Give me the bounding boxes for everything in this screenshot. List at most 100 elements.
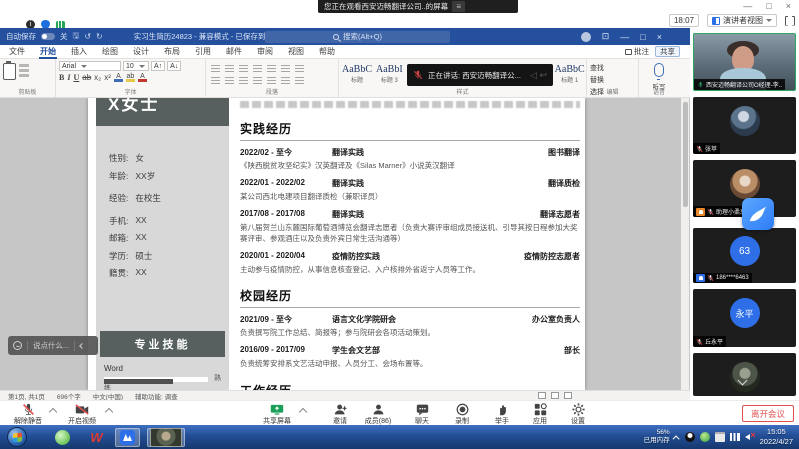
language-indicator[interactable]: 中文(中国) [93,391,123,401]
taskbar-browser-button[interactable] [50,428,75,447]
shrink-font-button[interactable]: A↓ [167,61,181,71]
tab-view[interactable]: 视图 [287,44,305,59]
participant-tile[interactable]: 张苹 [693,97,796,154]
ribbon-display-icon[interactable]: ⊡ [602,31,610,42]
tab-help[interactable]: 帮助 [318,44,336,59]
start-button[interactable] [7,427,27,447]
taskbar-camera-window-button[interactable] [147,428,185,447]
print-layout-icon[interactable] [551,392,559,399]
replace-button[interactable]: 替换 [590,75,635,85]
word-close-icon[interactable]: × [657,32,662,42]
subscript-button[interactable]: x₂ [94,73,101,82]
members-button[interactable]: 成员(86) [356,403,400,426]
record-button[interactable]: 录制 [440,403,484,426]
font-color-red-button[interactable]: A [138,73,147,82]
highlight-button[interactable]: ab [126,73,135,82]
word-maximize-icon[interactable]: □ [640,32,645,42]
editing-group: 查找 替换 选择 编辑 [587,59,639,97]
read-mode-icon[interactable] [538,392,546,399]
volume-muted-icon[interactable] [745,432,755,442]
minimize-icon[interactable]: — [743,1,752,11]
document-page[interactable]: X女士 性别:女 年龄:XX岁 经验:在校生 手机:XX 邮箱:XX 学历:硕士… [88,98,585,390]
bold-button[interactable]: B [59,73,64,82]
tab-layout[interactable]: 布局 [163,44,181,59]
undo-icon[interactable]: ↺ [84,32,91,41]
style-card[interactable]: AaBbC 标题 1 [555,64,585,84]
toast-controls[interactable]: ◁ ↩ [530,70,547,81]
settings-button[interactable]: 设置 [556,403,600,426]
tab-design[interactable]: 设计 [132,44,150,59]
document-scrollbar[interactable] [681,98,689,390]
word-document-canvas[interactable]: X女士 性别:女 年龄:XX岁 经验:在校生 手机:XX 邮箱:XX 学历:硕士… [0,98,690,390]
tab-home[interactable]: 开始 [39,44,57,59]
word-count[interactable]: 696个字 [57,391,81,401]
font-color-button[interactable]: A [114,73,123,82]
resume-entry-row: 2020/01 - 2020/04 疫情防控实践 疫情防控志愿者 [240,251,580,262]
share-screen-button[interactable]: 共享屏幕 [255,403,299,426]
banner-menu-icon[interactable]: ≡ [452,1,465,12]
scrollbar-thumb[interactable] [683,102,688,207]
emoji-icon[interactable] [13,341,22,350]
taskbar-meeting-button[interactable] [115,428,140,447]
page-indicator[interactable]: 第1页, 共1页 [8,391,45,401]
share-options-chevron[interactable] [299,408,307,416]
web-layout-icon[interactable] [564,392,572,399]
superscript-button[interactable]: x² [104,73,111,82]
paste-button[interactable] [3,61,16,80]
participant-tile[interactable]: 63 186****6463 [693,228,796,283]
taskbar-clock[interactable]: 15:05 2022/4/27 [760,427,797,447]
chat-button[interactable]: 聊天 [400,403,444,426]
redo-icon[interactable]: ↻ [96,32,103,41]
style-card[interactable]: AaBbC 标题 [342,64,372,84]
clipboard-tray-icon[interactable] [715,432,725,442]
underline-button[interactable]: U [73,73,79,82]
participant-tile-active[interactable]: 西安迈畅翻译公司O经理-李.. [693,33,796,91]
windows-logo-icon [13,433,22,443]
word-minimize-icon[interactable]: — [620,32,629,42]
word-ribbon-tabs: 文件 开始 插入 绘图 设计 布局 引用 邮件 审阅 视图 帮助 批注 共享 [0,45,690,59]
tab-draw[interactable]: 绘图 [101,44,119,59]
comments-button[interactable]: 批注 [625,46,649,57]
tab-file[interactable]: 文件 [8,44,26,59]
taskbar-wps-button[interactable]: W [84,428,109,447]
tab-mailings[interactable]: 邮件 [225,44,243,59]
qq-icon[interactable] [685,432,695,442]
unmute-button[interactable]: 解除静音 [6,403,50,426]
view-mode-buttons[interactable] [538,392,572,399]
close-icon[interactable]: × [786,1,791,11]
tab-review[interactable]: 审阅 [256,44,274,59]
participant-tile[interactable]: 永平 丘永平 [693,289,796,347]
tab-references[interactable]: 引用 [194,44,212,59]
antivirus-icon[interactable] [700,432,710,442]
share-button[interactable]: 共享 [655,46,680,57]
leave-meeting-button[interactable]: 离开会议 [742,405,794,422]
mic-options-chevron[interactable] [49,408,57,416]
accessibility-indicator[interactable]: 辅助功能: 调查 [135,391,178,401]
cut-copy-format-buttons[interactable] [19,61,29,80]
tray-expand-icon[interactable] [672,435,679,442]
maximize-icon[interactable]: □ [766,1,771,11]
quick-chat-widget[interactable]: 说点什么... [8,336,98,355]
paragraph-buttons[interactable] [209,61,335,86]
word-search-box[interactable]: 搜索(Alt+Q) [265,31,450,43]
save-icon[interactable]: 🖫 [73,30,80,44]
font-name-combo[interactable]: Arial [59,61,121,71]
video-options-chevron[interactable] [105,408,113,416]
view-mode-button[interactable]: 演讲者视图 [707,14,777,27]
fullscreen-icon[interactable] [785,16,795,26]
autosave-toggle[interactable] [41,33,55,40]
style-card[interactable]: AaBbI 标题 3 [376,64,403,84]
font-size-combo[interactable]: 10 [123,61,149,71]
start-video-button[interactable]: 开启视频 [60,403,104,426]
strikethrough-button[interactable]: ab [82,73,91,82]
tab-insert[interactable]: 插入 [70,44,88,59]
floating-app-icon[interactable] [742,198,774,230]
network-tray-icon[interactable] [730,433,740,441]
chat-input-placeholder[interactable]: 说点什么... [33,340,69,351]
italic-button[interactable]: I [67,73,70,82]
participant-tile-partial[interactable] [693,353,796,396]
grow-font-button[interactable]: A↑ [151,61,165,71]
find-button[interactable]: 查找 [590,63,635,73]
collapse-icon[interactable] [79,343,85,349]
account-avatar[interactable] [581,32,591,42]
